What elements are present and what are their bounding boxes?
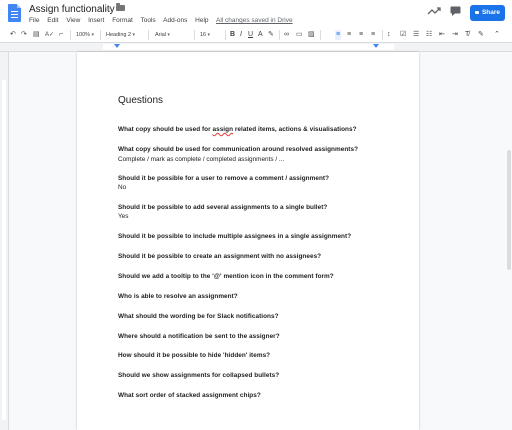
activity-icon[interactable] — [427, 6, 441, 16]
answer-4[interactable]: Yes — [118, 213, 128, 220]
menu-insert[interactable]: Insert — [88, 17, 104, 24]
highlight-icon[interactable]: ✎ — [268, 30, 274, 40]
zoom-select[interactable]: 100% — [76, 30, 94, 40]
font-select[interactable]: Arial — [155, 30, 170, 40]
question-7[interactable]: Should we add a tooltip to the '@' menti… — [118, 273, 334, 280]
bulleted-list-icon[interactable]: ☰ — [413, 30, 419, 40]
style-select[interactable]: Heading 2 — [106, 30, 135, 40]
align-left-icon[interactable]: ≡ — [335, 30, 342, 40]
question-12[interactable]: Should we show assignments for collapsed… — [118, 372, 279, 379]
underline-icon[interactable]: U — [248, 30, 253, 40]
line-spacing-icon[interactable]: ↕ — [387, 30, 391, 40]
right-indent-marker[interactable] — [373, 44, 379, 48]
answer-2[interactable]: Complete / mark as complete / completed … — [118, 156, 284, 163]
question-5[interactable]: Should it be possible to include multipl… — [118, 233, 351, 240]
menu-bar: File Edit View Insert Format Tools Add-o… — [29, 17, 299, 24]
left-indent-marker[interactable] — [114, 44, 120, 48]
folder-icon[interactable] — [116, 3, 125, 11]
menu-help[interactable]: Help — [195, 17, 208, 24]
align-right-icon[interactable]: ≡ — [359, 30, 363, 40]
increase-indent-icon[interactable]: ⇥ — [452, 30, 458, 40]
clear-formatting-icon[interactable]: T̸ — [465, 30, 469, 40]
numbered-list-icon[interactable]: ☷ — [426, 30, 432, 40]
insert-image-icon[interactable]: ▨ — [308, 30, 315, 40]
page-heading[interactable]: Questions — [118, 95, 163, 106]
question-10[interactable]: Where should a notification be sent to t… — [118, 333, 280, 340]
checklist-icon[interactable]: ☑ — [400, 30, 406, 40]
menu-tools[interactable]: Tools — [140, 17, 155, 24]
undo-icon[interactable]: ↶ — [10, 30, 16, 40]
docs-logo-icon[interactable] — [8, 4, 21, 22]
italic-icon[interactable]: I — [240, 30, 242, 40]
spellcheck-icon[interactable]: A✓ — [45, 30, 54, 40]
horizontal-ruler — [0, 43, 512, 52]
question-2[interactable]: What copy should be used for communicati… — [118, 146, 358, 153]
answer-3[interactable]: No — [118, 184, 126, 191]
toolbar: ↶ ↷ ▤ A✓ ⌐ 100% Heading 2 Arial 16 B I U… — [0, 28, 512, 43]
question-4[interactable]: Should it be possible to add several ass… — [118, 204, 327, 211]
question-1[interactable]: What copy should be used for assign rela… — [118, 126, 357, 133]
comments-icon[interactable] — [450, 6, 461, 16]
collapse-icon[interactable]: ⌃ — [494, 30, 500, 40]
menu-addons[interactable]: Add-ons — [163, 17, 187, 24]
menu-edit[interactable]: Edit — [47, 17, 58, 24]
text-color-icon[interactable]: A — [258, 30, 263, 40]
question-6[interactable]: Should it be possible to create an assig… — [118, 253, 321, 260]
redo-icon[interactable]: ↷ — [21, 30, 27, 40]
lock-icon — [474, 11, 479, 14]
align-justify-icon[interactable]: ≡ — [371, 30, 375, 40]
scrollbar-thumb[interactable] — [507, 150, 511, 270]
question-9[interactable]: What should the wording be for Slack not… — [118, 313, 279, 320]
app-header: Assign functionality ☆ File Edit View In… — [0, 0, 512, 28]
question-11[interactable]: How should it be possible to hide 'hidde… — [118, 352, 270, 359]
vertical-ruler — [0, 52, 9, 430]
menu-view[interactable]: View — [66, 17, 80, 24]
star-icon[interactable]: ☆ — [104, 3, 112, 14]
share-label: Share — [481, 9, 501, 16]
bold-icon[interactable]: B — [230, 30, 235, 40]
menu-format[interactable]: Format — [112, 17, 133, 24]
print-icon[interactable]: ▤ — [33, 30, 40, 40]
link-icon[interactable]: ∞ — [284, 30, 289, 40]
save-status[interactable]: All changes saved in Drive — [216, 17, 293, 24]
insert-comment-icon[interactable]: ▭ — [296, 30, 303, 40]
question-13[interactable]: What sort order of stacked assignment ch… — [118, 392, 261, 399]
question-8[interactable]: Who is able to resolve an assignment? — [118, 293, 238, 300]
decrease-indent-icon[interactable]: ⇤ — [439, 30, 445, 40]
font-size-select[interactable]: 16 — [200, 30, 210, 40]
align-center-icon[interactable]: ≡ — [347, 30, 351, 40]
editing-mode-icon[interactable]: ✎ — [478, 30, 484, 40]
spelling-error-mark[interactable]: assign — [212, 126, 233, 133]
document-title[interactable]: Assign functionality — [29, 4, 115, 15]
question-3[interactable]: Should it be possible for a user to remo… — [118, 175, 329, 182]
menu-file[interactable]: File — [29, 17, 39, 24]
paint-format-icon[interactable]: ⌐ — [59, 30, 63, 40]
share-button[interactable]: Share — [470, 5, 505, 21]
